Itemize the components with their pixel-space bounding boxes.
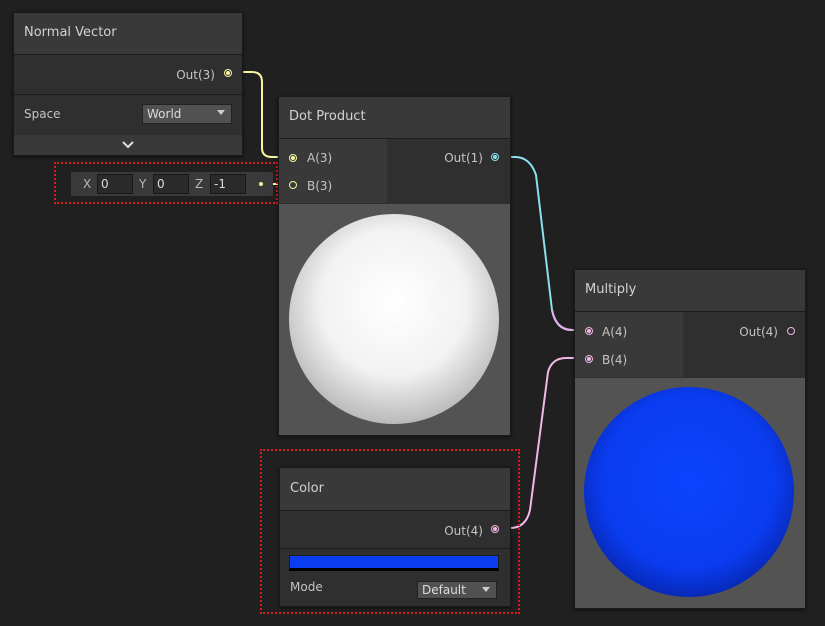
output-port-label: Out(4) bbox=[739, 325, 778, 339]
vector3-input-field[interactable]: X 0 Y 0 Z -1 bbox=[71, 172, 273, 196]
chevron-down-icon bbox=[217, 110, 225, 115]
collapse-bar[interactable] bbox=[14, 135, 242, 155]
x-axis-label: X bbox=[83, 177, 92, 191]
mode-dropdown[interactable]: Default bbox=[417, 581, 497, 599]
connector-dot bbox=[259, 182, 263, 186]
normal-vector-node[interactable]: Normal Vector Out(3) Space World bbox=[13, 12, 243, 156]
preview-sphere bbox=[584, 387, 794, 597]
mode-dropdown-value: Default bbox=[422, 583, 466, 597]
input-port-b-label: B(4) bbox=[602, 353, 628, 367]
color-swatch[interactable] bbox=[289, 555, 499, 571]
output-port-label: Out(4) bbox=[444, 524, 483, 538]
preview-panel bbox=[279, 204, 510, 435]
chevron-down-icon bbox=[122, 141, 134, 149]
output-port-label: Out(1) bbox=[444, 151, 483, 165]
node-title[interactable]: Color bbox=[280, 468, 510, 510]
z-value-input[interactable]: -1 bbox=[210, 174, 246, 194]
output-port[interactable] bbox=[787, 327, 795, 335]
preview-panel bbox=[575, 378, 805, 608]
input-port-b[interactable] bbox=[585, 355, 593, 363]
node-divider bbox=[279, 138, 510, 139]
color-node[interactable]: Color Out(4) Mode Default bbox=[279, 467, 511, 607]
input-port-a-label: A(3) bbox=[307, 151, 333, 165]
input-port-b-label: B(3) bbox=[307, 179, 333, 193]
node-title[interactable]: Multiply bbox=[575, 270, 805, 311]
inputs-panel bbox=[575, 312, 683, 377]
multiply-node[interactable]: Multiply A(4) B(4) Out(4) bbox=[574, 269, 806, 609]
output-port-label: Out(3) bbox=[176, 68, 215, 82]
output-port[interactable] bbox=[491, 153, 499, 161]
input-port-a-label: A(4) bbox=[602, 325, 628, 339]
space-dropdown[interactable]: World bbox=[142, 104, 232, 124]
node-divider bbox=[575, 311, 805, 312]
input-port-a[interactable] bbox=[585, 327, 593, 335]
input-port-b[interactable] bbox=[289, 181, 297, 189]
y-axis-label: Y bbox=[139, 177, 147, 191]
chevron-down-icon bbox=[482, 587, 490, 592]
input-port-a[interactable] bbox=[289, 154, 297, 162]
dot-product-node[interactable]: Dot Product A(3) B(3) Out(1) bbox=[278, 96, 511, 436]
y-value-input[interactable]: 0 bbox=[153, 174, 189, 194]
preview-sphere bbox=[289, 214, 499, 424]
node-divider bbox=[14, 54, 242, 55]
z-axis-label: Z bbox=[195, 177, 204, 191]
node-divider bbox=[14, 94, 242, 95]
space-dropdown-value: World bbox=[147, 107, 182, 121]
node-divider bbox=[280, 548, 510, 549]
mode-label: Mode bbox=[290, 580, 323, 594]
node-title[interactable]: Normal Vector bbox=[14, 13, 242, 54]
node-divider bbox=[280, 510, 510, 511]
node-title[interactable]: Dot Product bbox=[279, 97, 510, 138]
space-label: Space bbox=[24, 107, 61, 121]
output-port[interactable] bbox=[491, 525, 499, 533]
inputs-panel bbox=[279, 139, 387, 203]
x-value-input[interactable]: 0 bbox=[97, 174, 133, 194]
output-port[interactable] bbox=[224, 69, 232, 77]
